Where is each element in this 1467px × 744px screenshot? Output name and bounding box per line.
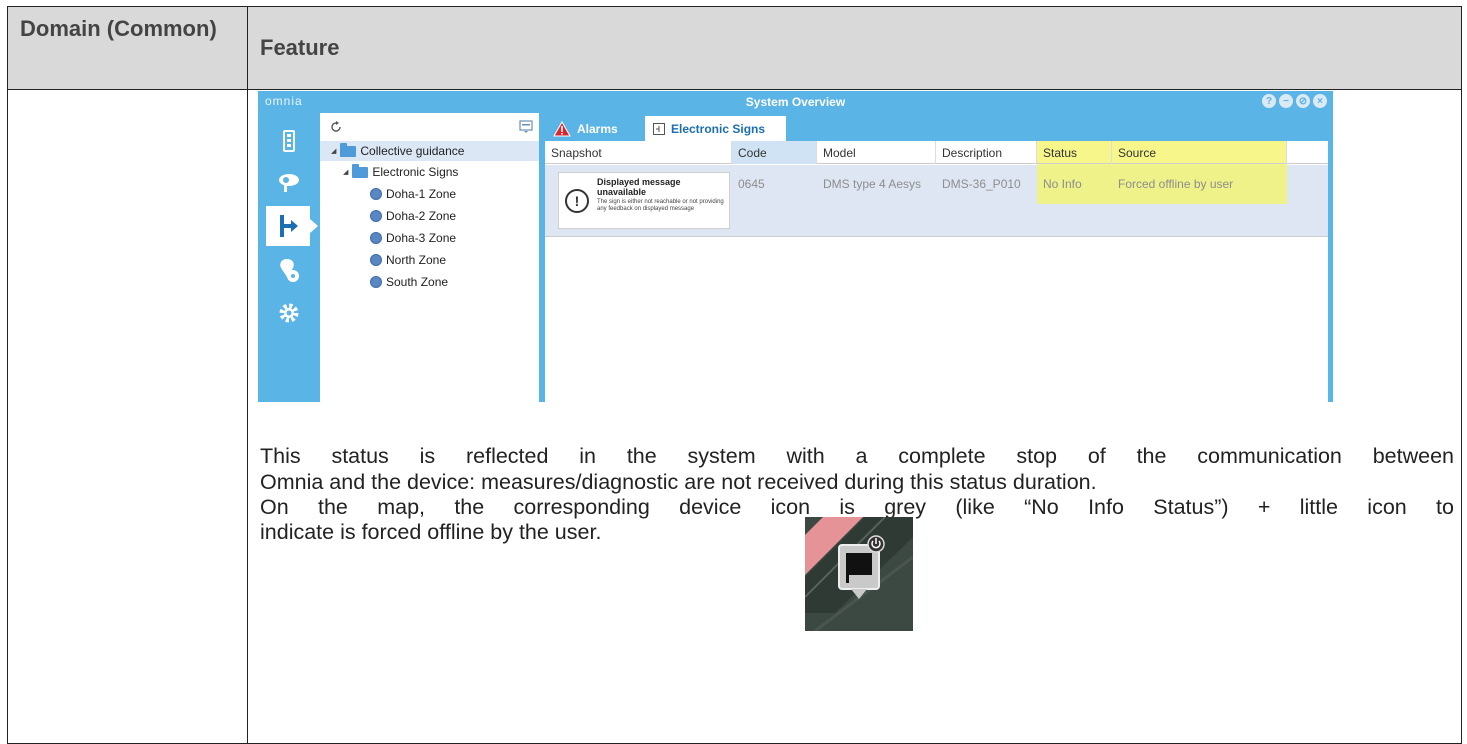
main-panel: Alarms Electronic Signs Snapshot Code Mo… (545, 113, 1328, 402)
table-body-row: omnia System Overview ? − ⊘ × ◢ Collecti… (8, 90, 1461, 743)
tree-item-doha-3-zone[interactable]: Doha-3 Zone (370, 228, 456, 248)
traffic-light-icon[interactable] (266, 121, 312, 161)
grid-header: Snapshot Code Model Description Status S… (545, 141, 1328, 164)
tree-item-doha-1-zone[interactable]: Doha-1 Zone (370, 184, 456, 204)
gear-icon[interactable] (266, 293, 312, 333)
snapshot-card: ! Displayed message unavailable The sign… (558, 172, 730, 229)
snapshot-title: Displayed message unavailable (597, 177, 681, 197)
tree-item-label: Doha-3 Zone (386, 231, 457, 245)
app-titlebar: omnia System Overview ? − ⊘ × (258, 91, 1333, 113)
cell-source: Forced offline by user (1118, 177, 1234, 191)
domain-cell (8, 90, 248, 743)
signs-grid: Snapshot Code Model Description Status S… (545, 141, 1328, 402)
camera-icon[interactable] (266, 163, 312, 203)
tree-item-label: Electronic Signs (372, 165, 459, 179)
folder-icon (340, 142, 357, 157)
paragraph-line-2: Omnia and the device: measures/diagnosti… (260, 470, 1097, 494)
tree-panel: ◢ Collective guidance ◢ Electronic Signs… (320, 113, 539, 402)
app-title: System Overview (745, 95, 846, 109)
window-controls: ? − ⊘ × (1262, 94, 1327, 108)
cell-code: 0645 (738, 177, 765, 191)
forced-offline-device-icon (805, 517, 913, 631)
close-icon[interactable]: × (1313, 94, 1327, 108)
help-icon[interactable]: ? (1262, 94, 1276, 108)
app-window: omnia System Overview ? − ⊘ × ◢ Collecti… (258, 91, 1333, 402)
column-description[interactable]: Description (936, 141, 1037, 164)
zone-icon (370, 188, 382, 200)
tree-toolbar (320, 113, 539, 141)
refresh-icon[interactable] (330, 121, 342, 133)
tab-alarms[interactable]: Alarms (545, 116, 626, 141)
cell-description: DMS-36_P010 (942, 177, 1021, 191)
header-feature: Feature (260, 35, 340, 60)
tree-item-label: North Zone (386, 253, 447, 267)
disable-icon[interactable]: ⊘ (1296, 94, 1310, 108)
tab-electronic-signs[interactable]: Electronic Signs (645, 116, 786, 141)
expand-icon[interactable]: ◢ (343, 168, 348, 176)
column-status[interactable]: Status (1037, 141, 1112, 164)
column-snapshot[interactable]: Snapshot (545, 141, 732, 164)
tree-item-north-zone[interactable]: North Zone (370, 250, 446, 270)
location-icon[interactable] (266, 250, 312, 290)
column-code[interactable]: Code (732, 141, 817, 164)
header-domain: Domain (Common) (8, 7, 248, 90)
table-row[interactable]: ! Displayed message unavailable The sign… (545, 165, 1328, 237)
table-header-row: Domain (Common) Feature (8, 7, 1461, 90)
tree-item-doha-2-zone[interactable]: Doha-2 Zone (370, 206, 456, 226)
info-icon: ! (565, 189, 589, 213)
column-source[interactable]: Source (1112, 141, 1287, 164)
tree-item-collective-guidance[interactable]: ◢ Collective guidance (320, 141, 539, 161)
snapshot-subtitle: The sign is either not reachable or not … (597, 199, 724, 212)
tab-label: Alarms (577, 121, 618, 136)
side-nav (258, 113, 320, 402)
text-line: This status is reflected in the system w… (260, 444, 1454, 468)
feature-cell: omnia System Overview ? − ⊘ × ◢ Collecti… (248, 90, 1461, 743)
paragraph-line-1: This status is reflected in the system w… (260, 444, 1454, 469)
collapse-icon[interactable] (519, 120, 533, 134)
cell-model: DMS type 4 Aesys (823, 177, 922, 191)
folder-icon (352, 163, 369, 178)
route-icon[interactable] (266, 206, 318, 246)
expand-icon[interactable]: ◢ (331, 147, 336, 155)
document-table: Domain (Common) Feature omnia System Ove… (7, 6, 1462, 744)
cell-status: No Info (1043, 177, 1082, 191)
zone-icon (370, 254, 382, 266)
tabbar: Alarms Electronic Signs (545, 113, 1328, 141)
tree-item-south-zone[interactable]: South Zone (370, 272, 448, 292)
zone-icon (370, 232, 382, 244)
tab-label: Electronic Signs (671, 121, 766, 136)
alarm-icon (553, 120, 571, 136)
minimize-icon[interactable]: − (1279, 94, 1293, 108)
tree-item-label: Collective guidance (360, 144, 465, 158)
map-device-icon (805, 517, 913, 631)
tree-item-electronic-signs[interactable]: ◢ Electronic Signs (343, 162, 458, 182)
column-model[interactable]: Model (817, 141, 936, 164)
tree-item-label: Doha-2 Zone (386, 209, 457, 223)
tree-item-label: South Zone (386, 275, 449, 289)
zone-icon (370, 210, 382, 222)
sign-icon (653, 122, 665, 135)
zone-icon (370, 276, 382, 288)
tree-item-label: Doha-1 Zone (386, 187, 457, 201)
